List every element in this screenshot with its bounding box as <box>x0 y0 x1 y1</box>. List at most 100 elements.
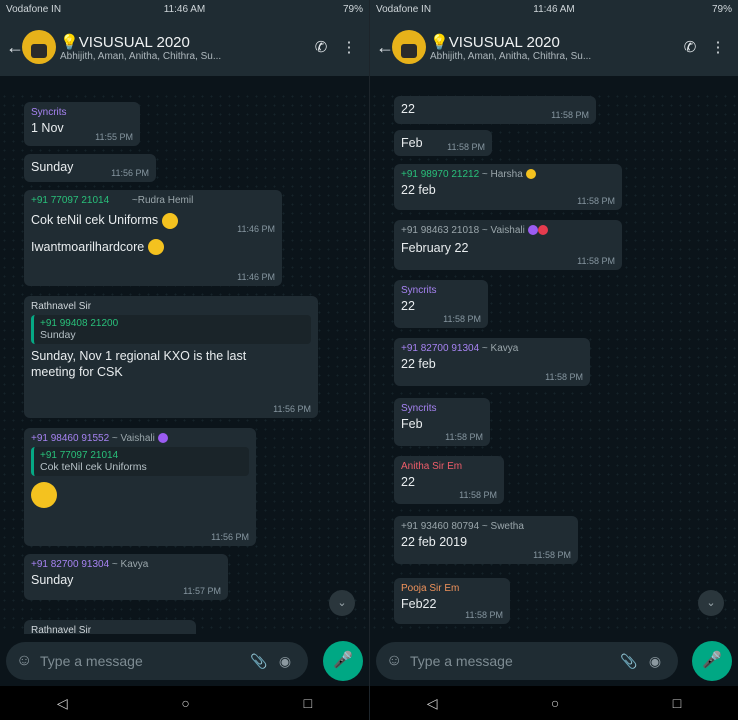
message-bubble[interactable]: +91 98463 21018 ~ Vaishali February 22 1… <box>394 220 622 270</box>
message-time: 11:56 PM <box>211 532 249 542</box>
group-avatar[interactable] <box>392 30 426 64</box>
mic-icon: 🎤 <box>702 652 722 669</box>
emoji-icon[interactable]: ☺ <box>386 652 406 670</box>
chat-header: ← 💡VISUSUAL 2020 Abhijith, Aman, Anitha,… <box>370 18 738 76</box>
back-arrow-icon[interactable]: ← <box>376 37 394 58</box>
message-text: February 22 <box>401 241 469 255</box>
heart-emoji-icon <box>527 225 538 236</box>
nav-home-icon[interactable]: ○ <box>551 695 559 711</box>
nav-home-icon[interactable]: ○ <box>181 695 189 711</box>
group-title-text: VISUSUAL 2020 <box>78 33 190 51</box>
message-bubble[interactable]: +91 82700 91304 ~ Kavya 22 feb 11:58 PM <box>394 338 590 386</box>
quoted-text: Cok teNil cek Uniforms <box>40 461 147 473</box>
message-time: 11:58 PM <box>577 256 615 266</box>
call-icon[interactable]: ✆ <box>676 38 704 56</box>
camera-icon[interactable]: ◉ <box>272 653 298 670</box>
scroll-down-button[interactable]: ⌄ <box>698 590 724 616</box>
sender-alias: ~ Vaishali <box>111 433 155 444</box>
carrier-label: Vodafone IN <box>376 3 432 15</box>
message-bubble[interactable]: +91 98460 91552 ~ Vaishali +91 77097 210… <box>24 428 256 546</box>
left-screen: Vodafone IN 11:46 AM 79% ← 💡VISUSUAL 202… <box>0 0 369 720</box>
message-time: 11:55 PM <box>95 132 133 142</box>
message-time: 11:58 PM <box>545 372 583 382</box>
group-title: 💡VISUSUAL 2020 <box>60 33 307 51</box>
message-bubble[interactable]: Feb 11:58 PM <box>394 130 492 156</box>
message-bubble[interactable]: Syncrits Feb 11:58 PM <box>394 398 490 446</box>
group-info[interactable]: 💡VISUSUAL 2020 Abhijith, Aman, Anitha, C… <box>430 33 676 62</box>
message-bubble[interactable]: 22 11:58 PM <box>394 96 596 124</box>
group-title: 💡VISUSUAL 2020 <box>430 33 676 51</box>
message-sender: Syncrits <box>401 285 437 296</box>
message-time: 11:58 PM <box>551 110 589 120</box>
message-bubble[interactable]: Rathnavel Sir +91 99408 21200 Sunday Sun… <box>24 296 318 418</box>
message-input-box[interactable]: ☺ 📎 ◉ <box>6 642 308 680</box>
message-time: 11:46 PM <box>237 224 275 234</box>
message-bubble[interactable]: Anitha Sir Em 22 11:58 PM <box>394 456 504 504</box>
system-nav-bar: ◁ ○ □ <box>0 686 369 720</box>
more-options-icon[interactable]: ⋮ <box>335 38 363 56</box>
attach-icon[interactable]: 📎 <box>616 653 642 670</box>
message-bubble[interactable]: Pooja Sir Em Feb22 11:58 PM <box>394 578 510 624</box>
more-options-icon[interactable]: ⋮ <box>704 38 732 56</box>
message-bubble[interactable]: +91 98970 21212 ~ Harsha 22 feb 11:58 PM <box>394 164 622 210</box>
message-time: 11:58 PM <box>443 314 481 324</box>
group-title-text: VISUSUAL 2020 <box>448 33 560 51</box>
star-emoji-icon <box>525 169 536 180</box>
mic-button[interactable]: 🎤 <box>323 641 363 681</box>
group-avatar[interactable] <box>22 30 56 64</box>
message-bubble[interactable]: +91 93460 80794 ~ Swetha 22 feb 2019 11:… <box>394 516 578 564</box>
battery-label: 79% <box>712 3 733 15</box>
message-bubble[interactable]: Syncrits 22 11:58 PM <box>394 280 488 328</box>
back-arrow-icon[interactable]: ← <box>6 37 24 58</box>
clock: 11:46 AM <box>533 3 575 15</box>
message-text: 22 <box>401 475 415 489</box>
message-sender: +91 98970 21212 <box>401 169 480 180</box>
status-bar: Vodafone IN 11:46 AM 79% <box>0 0 369 18</box>
battery-label: 79% <box>342 3 363 15</box>
message-text: Feb <box>401 417 423 431</box>
scroll-down-button[interactable]: ⌄ <box>329 590 355 616</box>
message-sender: Syncrits <box>401 403 437 414</box>
mic-button[interactable]: 🎤 <box>692 641 732 681</box>
message-time: 11:56 PM <box>273 404 311 414</box>
group-info[interactable]: 💡VISUSUAL 2020 Abhijith, Aman, Anitha, C… <box>60 33 307 62</box>
message-sender: +91 82700 91304 <box>31 559 110 570</box>
message-time: 11:57 PM <box>183 586 221 596</box>
quoted-message[interactable]: +91 77097 21014 Cok teNil cek Uniforms <box>31 447 249 476</box>
message-bubble[interactable]: +91 82700 91304 ~ Kavya Sunday 11:57 PM <box>24 554 228 600</box>
message-time: 11:58 PM <box>533 550 571 560</box>
nav-recents-icon[interactable]: □ <box>673 695 681 711</box>
quoted-text: Sunday <box>40 329 76 341</box>
message-bubble[interactable]: Sunday 11:56 PM <box>24 154 156 182</box>
message-time: 11:58 PM <box>465 610 503 620</box>
attach-icon[interactable]: 📎 <box>246 653 272 670</box>
nav-recents-icon[interactable]: □ <box>304 695 312 711</box>
message-time: 11:46 PM <box>237 272 275 282</box>
message-text: Iwantmoarilhardcore <box>31 239 145 254</box>
message-time: 11:58 PM <box>459 490 497 500</box>
message-sender: +91 93460 80794 <box>401 521 480 532</box>
camera-icon[interactable]: ◉ <box>642 653 668 670</box>
message-text: Sunday, Nov 1 regional KXO is the last m… <box>31 349 247 379</box>
quoted-sender: +91 99408 21200 <box>40 318 119 329</box>
message-bubble[interactable]: Syncrits 1 Nov 11:55 PM <box>24 102 140 146</box>
message-time: 11:58 PM <box>447 142 485 152</box>
message-list[interactable]: 22 11:58 PM Feb 11:58 PM +91 98970 21212… <box>370 92 738 634</box>
message-sender: +91 98460 91552 <box>31 433 110 444</box>
message-input[interactable] <box>36 653 246 669</box>
message-bubble[interactable]: +91 77097 21014 ~Rudra Hemil Cok teNil c… <box>24 190 282 286</box>
call-icon[interactable]: ✆ <box>307 38 335 56</box>
message-list[interactable]: Syncrits 1 Nov 11:55 PM Sunday 11:56 PM … <box>0 92 369 634</box>
message-input-box[interactable]: ☺ 📎 ◉ <box>376 642 678 680</box>
sender-alias: ~ Swetha <box>481 521 524 532</box>
quoted-message[interactable]: +91 99408 21200 Sunday <box>31 315 311 344</box>
quoted-sender: +91 77097 21014 <box>40 450 119 461</box>
message-input[interactable] <box>406 653 616 669</box>
bulb-icon: 💡 <box>60 33 79 51</box>
chat-header: ← 💡VISUSUAL 2020 Abhijith, Aman, Anitha,… <box>0 18 369 76</box>
message-bubble[interactable]: Rathnavel Sir <box>24 620 196 634</box>
emoji-icon[interactable]: ☺ <box>16 652 36 670</box>
nav-back-icon[interactable]: ◁ <box>57 695 68 712</box>
nav-back-icon[interactable]: ◁ <box>427 695 438 712</box>
message-sender: Anitha Sir Em <box>401 461 463 472</box>
